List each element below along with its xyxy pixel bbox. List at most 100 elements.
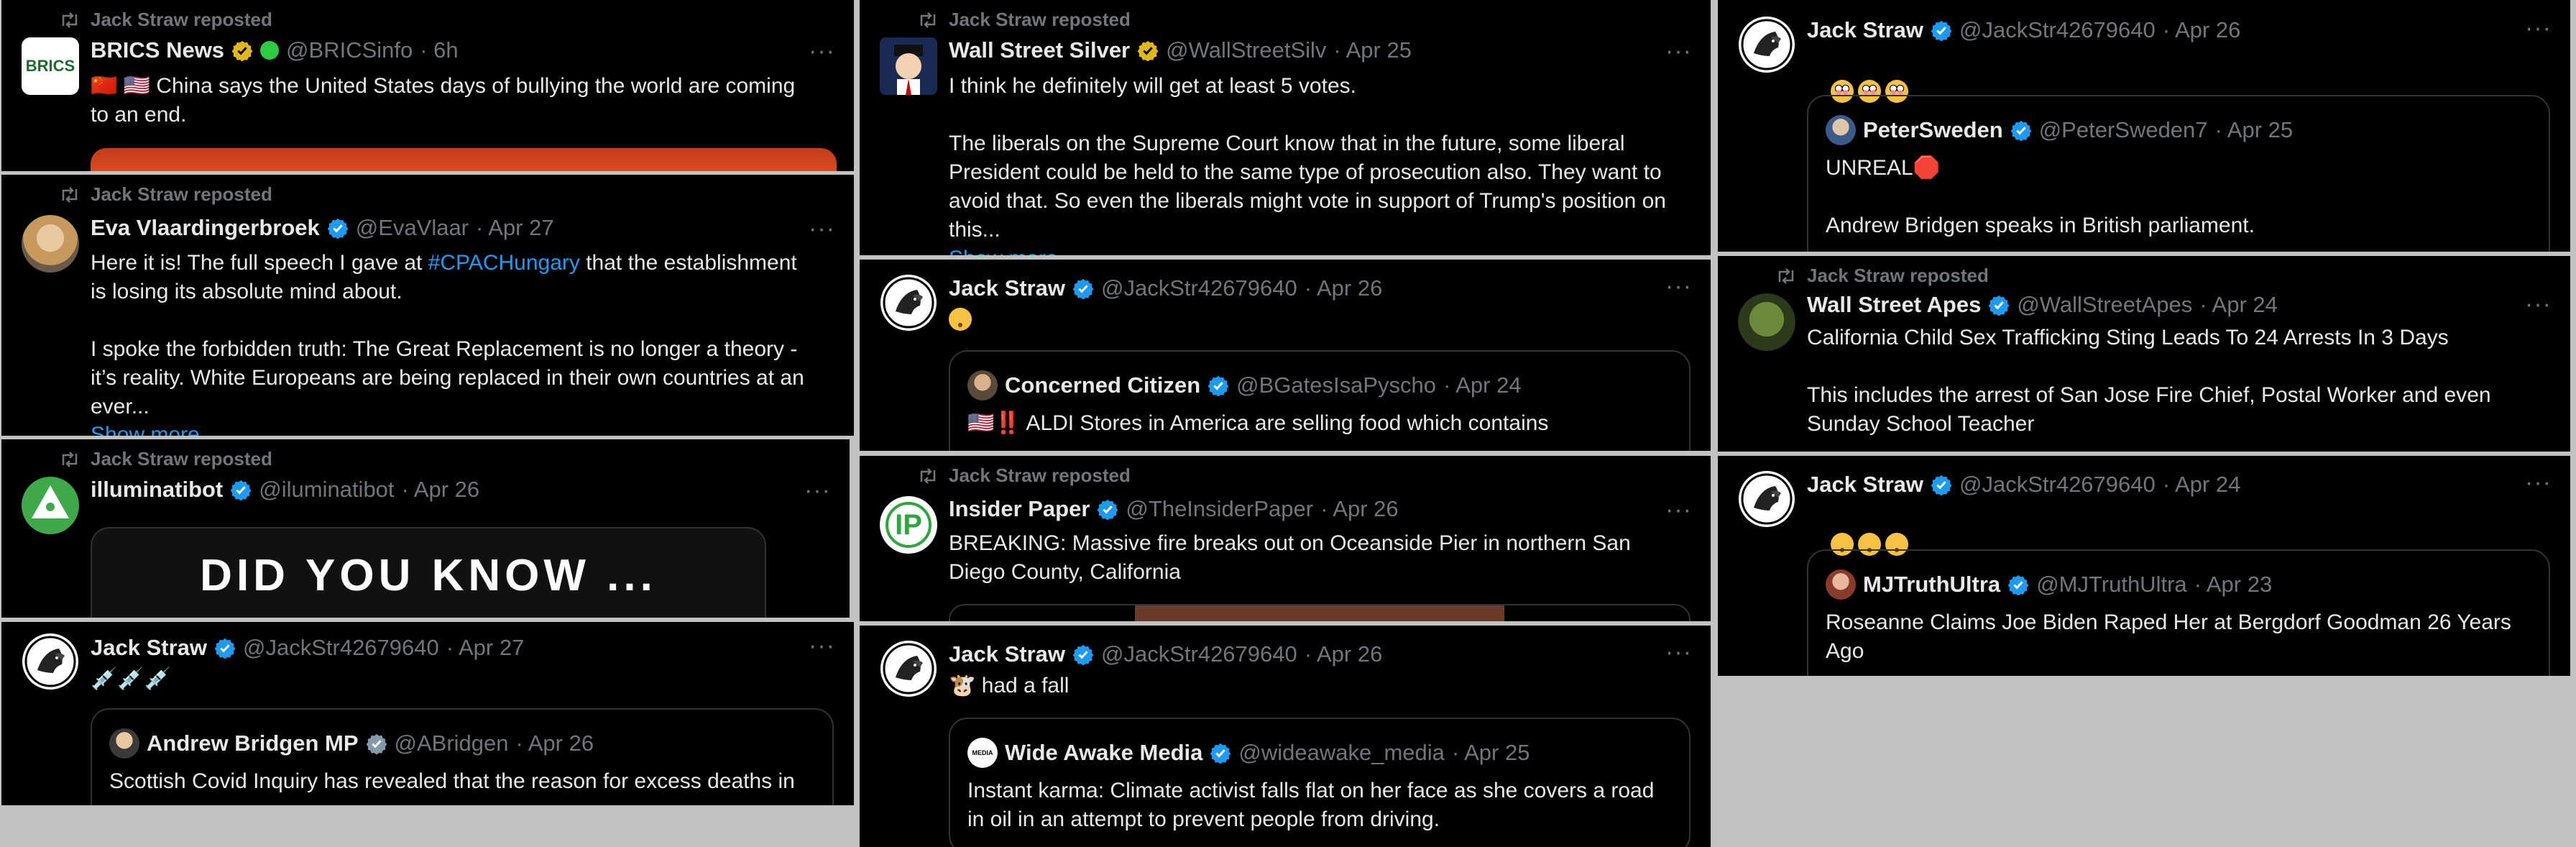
more-options-icon[interactable]: ···	[1665, 638, 1692, 667]
quoted-author-name[interactable]: Andrew Bridgen MP	[147, 731, 359, 756]
tweet-card[interactable]: Jack Straw @JackStr42679640 · Apr 27 ···…	[1, 622, 854, 805]
avatar[interactable]: BRICS	[22, 37, 79, 95]
avatar[interactable]	[880, 37, 937, 95]
timestamp[interactable]: · Apr 26	[1305, 275, 1383, 301]
quoted-handle[interactable]: @wideawake_media	[1238, 740, 1445, 766]
avatar[interactable]	[880, 640, 937, 697]
tweet-card[interactable]: Jack Straw reposted IP Insider Paper @Th…	[860, 456, 1711, 621]
more-options-icon[interactable]: ···	[809, 215, 835, 243]
author-name[interactable]: Jack Straw	[1807, 472, 1923, 498]
quoted-text: UNREAL🛑 Andrew Bridgen speaks in British…	[1826, 156, 2255, 237]
author-name[interactable]: Wall Street Silver	[949, 37, 1130, 63]
tweet-text: 💉💉💉	[91, 667, 172, 691]
avatar[interactable]	[1738, 470, 1795, 528]
tweet-card[interactable]: Jack Straw @JackStr42679640 · Apr 26 ···…	[860, 626, 1711, 847]
more-options-icon[interactable]: ···	[1665, 273, 1692, 301]
quoted-handle[interactable]: @PeterSweden7	[2039, 117, 2208, 143]
author-name[interactable]: Wall Street Apes	[1807, 292, 1981, 318]
media-preview[interactable]	[91, 148, 837, 171]
quoted-handle[interactable]: @ABridgen	[395, 731, 509, 756]
timestamp[interactable]: · Apr 26	[1305, 641, 1383, 667]
timestamp[interactable]: · Apr 24	[2199, 292, 2278, 318]
author-handle[interactable]: @JackStr42679640	[243, 635, 439, 661]
tweet-card[interactable]: Jack Straw reposted Wall Street Silver @…	[860, 0, 1711, 255]
author-handle[interactable]: @JackStr42679640	[1959, 17, 2156, 43]
timestamp[interactable]: · Apr 27	[476, 215, 554, 241]
quoted-tweet[interactable]: MJTruthUltra @MJTruthUltra · Apr 23 Rose…	[1807, 549, 2550, 676]
avatar[interactable]	[880, 274, 937, 331]
tweet-card[interactable]: Jack Straw @JackStr42679640 · Apr 26 ···…	[860, 260, 1711, 451]
author-name[interactable]: Jack Straw	[949, 641, 1065, 667]
author-name[interactable]: Jack Straw	[949, 275, 1065, 301]
author-handle[interactable]: @iluminatibot	[259, 477, 394, 503]
quoted-tweet[interactable]: Andrew Bridgen MP @ABridgen · Apr 26 Sco…	[91, 708, 834, 805]
repost-icon	[59, 451, 80, 468]
show-more-link[interactable]: Show more	[91, 421, 825, 436]
media-preview[interactable]: DID YOU KNOW ...	[91, 527, 766, 618]
author-name[interactable]: illuminatibot	[91, 477, 223, 503]
avatar[interactable]: IP	[880, 496, 937, 554]
more-options-icon[interactable]: ···	[1665, 37, 1692, 65]
tweet-card[interactable]: Jack Straw reposted BRICS BRICS News @BR…	[1, 0, 854, 171]
timestamp[interactable]: · Apr 25	[1333, 37, 1412, 63]
avatar[interactable]	[22, 477, 79, 534]
tweet-card[interactable]: Jack Straw reposted Wall Street Apes @Wa…	[1718, 256, 2570, 452]
avatar[interactable]	[1738, 16, 1795, 73]
more-options-icon[interactable]: ···	[804, 477, 831, 505]
repost-icon	[917, 467, 939, 485]
avatar-logo-text: BRICS	[25, 57, 75, 75]
quoted-author-name[interactable]: MJTruthUltra	[1863, 572, 2000, 598]
tweet-text: I think he definitely will get at least …	[949, 74, 1666, 242]
author-handle[interactable]: @EvaVlaar	[356, 215, 469, 241]
more-options-icon[interactable]: ···	[2525, 469, 2552, 497]
quoted-tweet[interactable]: MEDIA Wide Awake Media @wideawake_media …	[949, 718, 1690, 847]
timestamp[interactable]: · Apr 24	[2163, 472, 2241, 498]
hashtag-link[interactable]: #CPACHungary	[428, 251, 580, 275]
author-handle[interactable]: @JackStr42679640	[1101, 641, 1297, 667]
timestamp[interactable]: · Apr 27	[446, 635, 525, 661]
author-handle[interactable]: @BRICSinfo	[286, 37, 413, 63]
quoted-author-name[interactable]: PeterSweden	[1863, 117, 2003, 143]
tweet-card[interactable]: Jack Straw @JackStr42679640 · Apr 24 ···…	[1718, 456, 2570, 676]
author-handle[interactable]: @WallStreetApes	[2017, 292, 2192, 318]
more-options-icon[interactable]: ···	[1665, 496, 1692, 524]
avatar[interactable]	[1738, 293, 1795, 351]
tweet-card[interactable]: Jack Straw reposted illuminatibot @ilumi…	[1, 439, 850, 618]
verified-icon	[1931, 19, 1952, 41]
tweet-card[interactable]: Jack Straw reposted Eva Vlaardingerbroek…	[1, 175, 854, 436]
quoted-handle[interactable]: @BGatesIsaPyscho	[1236, 372, 1436, 398]
timestamp[interactable]: · Apr 26	[402, 477, 480, 503]
more-options-icon[interactable]: ···	[809, 37, 835, 65]
repost-icon	[59, 12, 80, 29]
avatar[interactable]	[22, 215, 79, 273]
author-handle[interactable]: @JackStr42679640	[1101, 275, 1297, 301]
more-options-icon[interactable]: ···	[2525, 14, 2552, 42]
author-name[interactable]: Eva Vlaardingerbroek	[91, 215, 320, 241]
quoted-tweet[interactable]: Concerned Citizen @BGatesIsaPyscho · Apr…	[949, 350, 1690, 451]
timestamp[interactable]: · Apr 26	[2163, 17, 2241, 43]
media-preview[interactable]	[949, 604, 1690, 621]
verified-gold-icon	[1137, 40, 1159, 61]
verified-icon	[1210, 742, 1231, 764]
avatar[interactable]	[22, 633, 79, 690]
author-name[interactable]: Insider Paper	[949, 496, 1090, 522]
more-options-icon[interactable]: ···	[2525, 290, 2552, 319]
quoted-handle[interactable]: @MJTruthUltra	[2036, 572, 2186, 598]
author-name[interactable]: BRICS News	[91, 37, 224, 63]
tweet-card[interactable]: Jack Straw @JackStr42679640 · Apr 26 ···…	[1718, 0, 2570, 252]
author-handle[interactable]: @JackStr42679640	[1959, 472, 2156, 498]
quoted-tweet[interactable]: PeterSweden @PeterSweden7 · Apr 25 UNREA…	[1807, 95, 2550, 252]
quoted-avatar: MEDIA	[967, 738, 998, 768]
affiliate-badge-icon	[260, 41, 280, 60]
avatar-logo-text: IP	[886, 502, 932, 548]
author-handle[interactable]: @TheInsiderPaper	[1126, 496, 1313, 522]
more-options-icon[interactable]: ···	[809, 632, 835, 660]
author-handle[interactable]: @WallStreetSilv	[1166, 37, 1326, 63]
timestamp[interactable]: · 6h	[420, 37, 458, 63]
quoted-author-name[interactable]: Concerned Citizen	[1005, 372, 1200, 398]
timestamp[interactable]: · Apr 26	[1320, 496, 1399, 522]
quoted-author-name[interactable]: Wide Awake Media	[1005, 740, 1202, 766]
author-name[interactable]: Jack Straw	[1807, 17, 1923, 43]
show-more-link[interactable]: Show more	[949, 244, 1682, 255]
author-name[interactable]: Jack Straw	[91, 635, 207, 661]
